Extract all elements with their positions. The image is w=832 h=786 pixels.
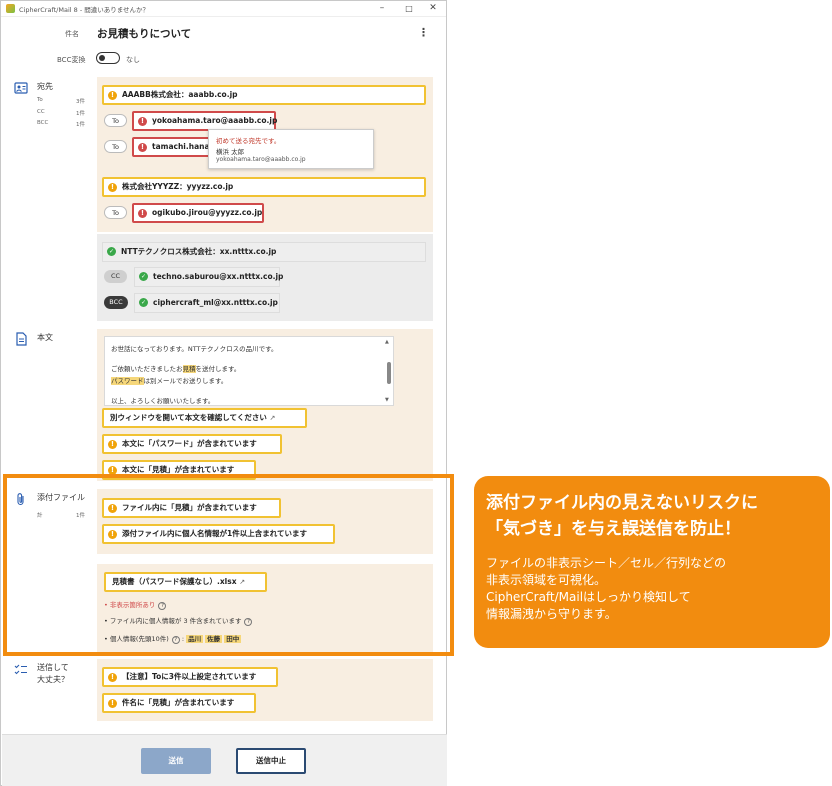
bcc-convert-label: BCC変換 xyxy=(57,56,86,64)
footer-bar xyxy=(2,734,447,786)
body-line: パスワードは別メールでお送りします。 xyxy=(111,377,228,385)
body-title: 本文 xyxy=(37,333,53,342)
feature-callout: 添付ファイル内の見えないリスクに 「気づき」を与え誤送信を防止！ ファイルの非表… xyxy=(474,476,830,648)
check-icon: ✓ xyxy=(139,298,148,307)
tooltip-email: yokoahama.taro@aaabb.co.jp xyxy=(216,156,306,163)
warning-icon: ! xyxy=(108,673,117,682)
recipient-tamachi[interactable]: ! tamachi.hanak xyxy=(132,137,215,157)
body-line: ご依頼いただきましたお見積を送付します。 xyxy=(111,365,241,373)
cancel-send-button[interactable]: 送信中止 xyxy=(236,748,306,774)
subject-label: 件名 xyxy=(65,30,79,38)
to-badge: To xyxy=(104,140,127,153)
close-icon[interactable]: ✕ xyxy=(426,2,440,15)
more-menu-icon[interactable]: ⋮ xyxy=(418,26,429,39)
window-title: CipherCraft/Mail 8 - 間違いありませんか？ xyxy=(19,6,150,14)
callout-heading-line1: 添付ファイル内の見えないリスクに xyxy=(486,493,758,513)
toggle-knob xyxy=(99,55,105,61)
minimize-icon[interactable]: – xyxy=(375,2,389,15)
company-group-yyyzz[interactable]: ! 株式会社YYYZZ：yyyzz.co.jp xyxy=(102,177,426,197)
address-card-icon xyxy=(14,82,28,94)
check-icon: ✓ xyxy=(107,247,116,256)
recipient-yokoahama[interactable]: ! yokoahama.taro@aaabb.co.jp xyxy=(132,111,277,131)
recipient-techno[interactable]: ✓ techno.saburou@xx.ntttx.co.jp xyxy=(134,267,283,287)
recipient-tooltip: 初めて送る宛先です。 横浜 太郎 yokoahama.taro@aaabb.co… xyxy=(208,129,374,169)
checklist-icon xyxy=(14,664,27,675)
error-icon: ! xyxy=(138,209,147,218)
callout-heading-line2: 「気づき」を与え誤送信を防止！ xyxy=(486,519,741,539)
scroll-up-icon[interactable]: ▲ xyxy=(385,339,389,345)
confirm-warning-subject: ! 件名に「見積」が含まれています xyxy=(102,693,256,713)
check-icon: ✓ xyxy=(139,272,148,281)
title-bar: CipherCraft/Mail 8 - 間違いありませんか？ – □ ✕ xyxy=(1,1,446,17)
warning-icon: ! xyxy=(108,440,117,449)
scrollbar-thumb[interactable] xyxy=(387,362,391,384)
warning-icon: ! xyxy=(108,91,117,100)
app-logo-icon xyxy=(6,4,15,13)
mail-confirm-window: CipherCraft/Mail 8 - 間違いありませんか？ – □ ✕ 件名… xyxy=(0,0,447,786)
callout-body-line4: 情報漏洩から守ります。 xyxy=(486,607,617,621)
keyword-highlight: 見積 xyxy=(182,365,196,373)
bcc-convert-toggle[interactable] xyxy=(96,52,120,64)
external-link-icon: ↗ xyxy=(269,414,276,422)
scroll-down-icon[interactable]: ▼ xyxy=(385,397,389,403)
callout-body-line3: CipherCraft/Mailはしっかり検知して xyxy=(486,590,691,604)
body-line: お世話になっております。NTTテクノクロスの品川です。 xyxy=(111,345,278,353)
to-badge: To xyxy=(104,114,127,127)
recipient-ogikubo[interactable]: ! ogikubo.jirou@yyyzz.co.jp xyxy=(132,203,264,223)
body-line: 以上、よろしくお願いいたします。 xyxy=(111,397,215,405)
confirm-title-line1: 送信して xyxy=(37,663,69,672)
bcc-convert-state: なし xyxy=(126,56,140,64)
recipients-title: 宛先 xyxy=(37,82,53,91)
body-preview[interactable]: お世話になっております。NTTテクノクロスの品川です。 ご依頼いただきましたお見… xyxy=(104,336,394,406)
callout-body-line1: ファイルの非表示シート／セル／行列などの xyxy=(486,556,727,570)
callout-body-line2: 非表示領域を可視化。 xyxy=(486,573,607,587)
confirm-warning-to-count: ! 【注意】Toに3件以上設定されています xyxy=(102,667,278,687)
document-icon xyxy=(16,332,27,346)
attachment-highlight-frame xyxy=(3,474,454,656)
warning-icon: ! xyxy=(108,699,117,708)
error-icon: ! xyxy=(138,143,147,152)
open-in-window-link[interactable]: 別ウィンドウを開いて本文を確認してください ↗ xyxy=(102,408,307,428)
subject-value: お見積もりについて xyxy=(97,28,192,40)
cc-badge: CC xyxy=(104,270,127,283)
recipient-ciphercraft-ml[interactable]: ✓ ciphercraft_ml@xx.ntttx.co.jp xyxy=(134,293,280,313)
company-group-aaabb[interactable]: ! AAABB株式会社：aaabb.co.jp xyxy=(102,85,426,105)
tooltip-name: 横浜 太郎 xyxy=(216,148,245,156)
warning-icon: ! xyxy=(108,183,117,192)
to-badge: To xyxy=(104,206,127,219)
body-warning-password: ! 本文に「パスワード」が含まれています xyxy=(102,434,282,454)
error-icon: ! xyxy=(138,117,147,126)
send-button[interactable]: 送信 xyxy=(141,748,211,774)
bcc-badge: BCC xyxy=(104,296,128,309)
tooltip-heading: 初めて送る宛先です。 xyxy=(216,137,281,145)
keyword-highlight: パスワード xyxy=(111,377,144,385)
company-group-ntttx[interactable]: ✓ NTTテクノクロス株式会社：xx.ntttx.co.jp xyxy=(102,242,426,262)
maximize-icon[interactable]: □ xyxy=(402,2,416,15)
confirm-title-line2: 大丈夫？ xyxy=(37,675,69,684)
